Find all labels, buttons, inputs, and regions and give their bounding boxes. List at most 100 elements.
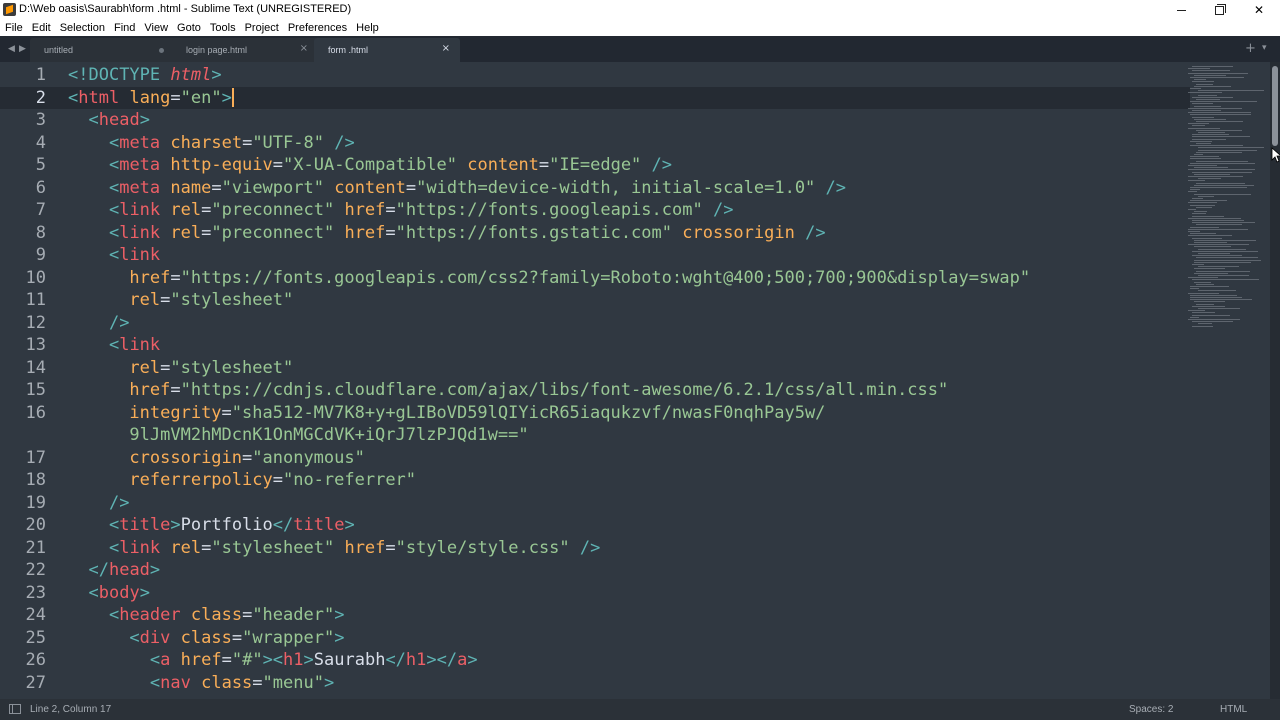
line-number: 24 (25, 605, 46, 625)
menu-project[interactable]: Project (245, 22, 279, 34)
tab-untitled[interactable]: untitled (30, 38, 177, 62)
code-token: < (108, 155, 120, 175)
menu-edit[interactable]: Edit (32, 22, 51, 34)
unsaved-dot-icon[interactable] (159, 48, 164, 53)
code-line[interactable]: <title>Portfolio</title> (68, 514, 1030, 537)
tab-close-icon[interactable]: × (300, 43, 308, 54)
menu-goto[interactable]: Goto (177, 22, 201, 34)
minimap-line (1190, 140, 1212, 142)
code-token: "sha512-MV7K8+y+gLIBoVD59lQIYicR65iaqukz… (231, 402, 826, 423)
restore-button[interactable] (1200, 0, 1238, 20)
code-line[interactable]: crossorigin="anonymous" (68, 447, 1030, 470)
code-token: Portfolio (180, 515, 273, 535)
minimap-line (1192, 222, 1255, 224)
code-token: "https://cdnjs.cloudflare.com/ajax/libs/… (180, 380, 949, 400)
menu-tools[interactable]: Tools (210, 22, 236, 34)
code-line[interactable]: integrity="sha512-MV7K8+y+gLIBoVD59lQIYi… (68, 402, 1030, 425)
close-window-button[interactable]: ✕ (1240, 0, 1278, 20)
code-line[interactable]: <link (68, 244, 1030, 267)
code-token: > (334, 627, 345, 648)
code-line[interactable]: <html lang="en"> (68, 87, 1030, 110)
code-token: href (344, 200, 386, 220)
menu-help[interactable]: Help (356, 22, 379, 34)
code-line[interactable]: <link (68, 334, 1030, 357)
code-line[interactable]: <link rel="preconnect" href="https://fon… (68, 199, 1030, 222)
cursor-position[interactable]: Line 2, Column 17 (30, 704, 111, 715)
code-token: = (170, 380, 181, 400)
code-line[interactable]: <body> (68, 582, 1030, 605)
code-token: "stylesheet" (170, 290, 294, 310)
code-token: "https://fonts.gstatic.com" (395, 222, 672, 243)
minimap-line (1192, 220, 1244, 221)
minimap-line (1194, 184, 1254, 186)
tab-form[interactable]: form .html × (314, 38, 460, 62)
code-token: = (221, 650, 232, 670)
minimap[interactable] (1184, 66, 1270, 336)
sidebar-toggle-icon[interactable] (9, 704, 21, 714)
syntax-selector[interactable]: HTML (1220, 704, 1247, 715)
code-line[interactable]: referrerpolicy="no-referrer" (68, 469, 1030, 492)
code-token: = (160, 357, 171, 378)
code-token: "width=device-width, initial-scale=1.0" (416, 177, 816, 198)
code-line[interactable]: <head> (68, 109, 1030, 132)
code-line[interactable]: <link rel="preconnect" href="https://fon… (68, 222, 1030, 245)
code-line[interactable]: /> (68, 312, 1030, 335)
minimap-line (1192, 116, 1214, 118)
code-token: < (88, 582, 99, 603)
code-line[interactable]: <meta name="viewport" content="width=dev… (68, 177, 1030, 200)
new-tab-plus-icon[interactable]: + (1245, 41, 1256, 56)
scrollbar-thumb[interactable] (1272, 66, 1278, 146)
tab-login-page[interactable]: login page.html × (172, 38, 318, 62)
tab-close-icon[interactable]: × (442, 43, 450, 54)
line-number: 16 (25, 402, 46, 423)
code-line[interactable]: href="https://cdnjs.cloudflare.com/ajax/… (68, 379, 1030, 402)
minimap-line (1190, 88, 1201, 89)
code-editor[interactable]: 1 2 3 4 5 6 7 8 9 10 11 12 13 14 15 16 17 18 19 20 21 22 23 24 2… (0, 62, 1280, 699)
code-token: meta (119, 132, 161, 153)
code-line[interactable]: rel="stylesheet" (68, 357, 1030, 380)
menu-preferences[interactable]: Preferences (288, 22, 347, 34)
minimize-button[interactable] (1162, 0, 1200, 20)
code-line[interactable]: rel="stylesheet" (68, 289, 1030, 312)
code-token: 9lJmVM2hMDcnK1OnMGCdVK+iQrJ7lzPJQd1w==" (129, 425, 529, 445)
tab-list-chevron-icon[interactable]: ▾ (1262, 43, 1267, 53)
tab-label: login page.html (186, 45, 248, 55)
code-token: "#" (231, 650, 263, 670)
title-bar: D:\Web oasis\Saurabh\form .html - Sublim… (0, 0, 1280, 20)
minimap-line (1188, 235, 1232, 237)
code-token: head (108, 560, 150, 580)
code-line[interactable]: <nav class="menu"> (68, 672, 1030, 695)
code-line[interactable]: <meta charset="UTF-8" /> (68, 132, 1030, 155)
minimap-line (1198, 253, 1230, 254)
minimap-line (1192, 138, 1226, 140)
code-line[interactable]: <!DOCTYPE html> (68, 64, 1030, 87)
code-token: /> (108, 492, 130, 513)
minimap-line (1194, 281, 1211, 283)
code-line[interactable]: <div class="wrapper"> (68, 627, 1030, 650)
minimap-line (1190, 187, 1247, 188)
code-line[interactable]: <meta http-equiv="X-UA-Compatible" conte… (68, 154, 1030, 177)
code-token: = (242, 132, 253, 153)
code-line[interactable]: href="https://fonts.googleapis.com/css2?… (68, 267, 1030, 290)
tab-scroll-left-icon[interactable]: ◀ (8, 43, 15, 54)
minimap-line (1190, 297, 1242, 298)
code-line[interactable]: 9lJmVM2hMDcnK1OnMGCdVK+iQrJ7lzPJQd1w==" (68, 424, 1030, 447)
code-line[interactable]: /> (68, 492, 1030, 515)
code-token: link (119, 222, 161, 243)
code-line[interactable]: <link rel="stylesheet" href="style/style… (68, 537, 1030, 560)
code-area[interactable]: <!DOCTYPE html> <html lang="en"> <head> <… (68, 64, 1030, 694)
code-line[interactable]: </head> (68, 559, 1030, 582)
indentation-setting[interactable]: Spaces: 2 (1129, 704, 1173, 715)
menu-file[interactable]: File (5, 22, 23, 34)
menu-find[interactable]: Find (114, 22, 135, 34)
tab-scroll-right-icon[interactable]: ▶ (19, 43, 26, 54)
code-line[interactable]: <a href="#"><h1>Saurabh</h1></a> (68, 649, 1030, 672)
minimap-line (1188, 180, 1205, 182)
code-line[interactable]: <header class="header"> (68, 604, 1030, 627)
menu-view[interactable]: View (144, 22, 168, 34)
menu-selection[interactable]: Selection (60, 22, 105, 34)
code-token: integrity (129, 402, 222, 423)
